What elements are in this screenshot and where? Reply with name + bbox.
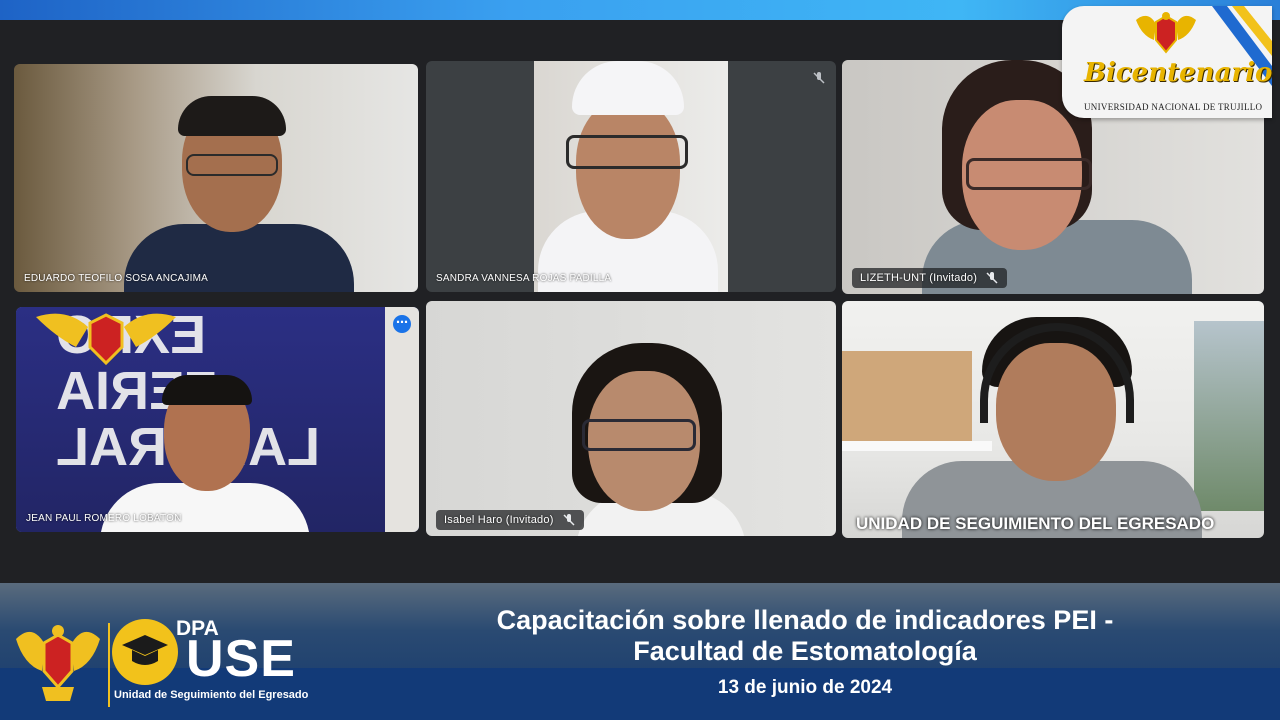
glasses [186,154,278,176]
mic-off-icon [985,271,999,285]
participant-name-chip: LIZETH-UNT (Invitado) [852,268,1008,288]
participant-name: UNIDAD DE SEGUIMIENTO DEL EGRESADO [856,514,1215,533]
footer-banner: DPA USE Unidad de Seguimiento del Egresa… [0,583,1280,720]
participant-name: SANDRA VANNESA ROJAS PADILLA [436,273,612,284]
bicentenario-wordmark: Bicentenario [1084,58,1273,88]
participant-name-chip: Isabel Haro (Invitado) [436,510,584,530]
event-title-line: Facultad de Estomatología [633,636,977,666]
event-title-line: Capacitación sobre llenado de indicadore… [496,605,1114,635]
divider [108,623,110,707]
participant-hair [162,375,252,405]
wall-right [385,307,419,532]
participant-tile[interactable]: EDUARDO TEOFILO SOSA ANCAJIMA [14,64,418,292]
glasses [582,419,696,451]
university-crest-icon [1136,12,1196,54]
event-date: 13 de junio de 2024 [717,677,893,698]
event-title: Capacitación sobre llenado de indicadore… [360,605,1250,667]
university-name: UNIVERSIDAD NACIONAL DE TRUJILLO [1084,102,1263,112]
participant-name: JEAN PAUL ROMERO LOBATON [26,513,182,524]
glasses [566,135,688,169]
university-crest-icon [16,625,100,701]
glasses [966,158,1092,190]
participant-tile[interactable]: SANDRA VANNESA ROJAS PADILLA [426,61,836,292]
wood-panel [842,351,972,441]
desk [842,441,992,451]
bicentenario-logo: Bicentenario UNIVERSIDAD NACIONAL DE TRU… [1062,6,1272,118]
use-logo [112,619,178,685]
mic-off-icon [562,513,576,527]
participant-hair [178,96,286,136]
participant-head [576,99,680,239]
more-options-button[interactable]: ⋯ [393,315,411,333]
use-subtitle: Unidad de Seguimiento del Egresado [114,689,309,701]
participant-tile[interactable]: Isabel Haro (Invitado) [426,301,836,536]
participant-name: EDUARDO TEOFILO SOSA ANCAJIMA [24,273,208,284]
participant-name: LIZETH-UNT (Invitado) [860,271,978,284]
graduation-cap-icon [122,635,168,665]
participant-tile[interactable]: UNIDAD DE SEGUIMIENTO DEL EGRESADO [842,301,1264,538]
participant-name: Isabel Haro (Invitado) [444,513,554,526]
window [1194,321,1264,511]
crest-emblem [36,313,176,366]
participant-tile-active[interactable]: EXPO FERIA LABORAL ⋯ JEAN PAUL ROMERO LO… [16,307,419,532]
mic-off-icon [813,72,825,84]
use-wordmark: USE [186,630,296,688]
